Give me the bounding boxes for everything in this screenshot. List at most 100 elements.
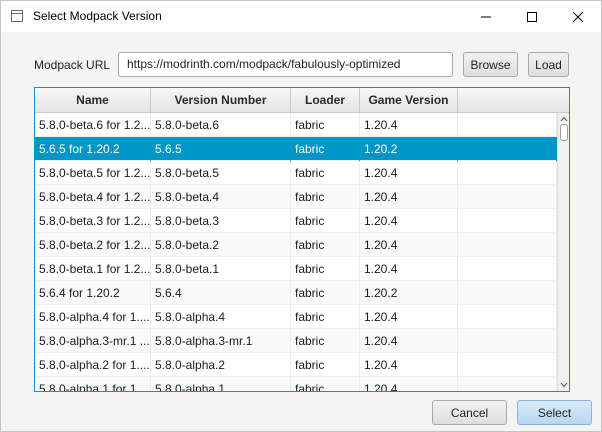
cell-empty — [458, 281, 557, 305]
cell-game: 1.20.4 — [360, 257, 458, 281]
cell-name: 5.8.0-beta.6 for 1.2... — [35, 113, 151, 137]
cancel-button[interactable]: Cancel — [432, 400, 507, 425]
cell-name: 5.6.5 for 1.20.2 — [35, 137, 151, 161]
cell-loader: fabric — [291, 305, 360, 329]
table-row[interactable]: 5.6.4 for 1.20.2 5.6.4 fabric 1.20.2 — [35, 281, 557, 305]
cell-game: 1.20.4 — [360, 233, 458, 257]
app-icon — [11, 10, 23, 22]
cell-loader: fabric — [291, 209, 360, 233]
cell-empty — [458, 329, 557, 353]
cell-loader: fabric — [291, 281, 360, 305]
scroll-up-icon — [560, 116, 568, 122]
table-row[interactable]: 5.8.0-alpha.1 for 1.... 5.8.0-alpha.1 fabr… — [35, 377, 557, 391]
cell-version: 5.8.0-beta.3 — [151, 209, 291, 233]
cell-empty — [458, 257, 557, 281]
vertical-scrollbar[interactable] — [557, 113, 569, 391]
title-bar[interactable]: Select Modpack Version — [1, 1, 601, 32]
cell-name: 5.8.0-alpha.2 for 1.... — [35, 353, 151, 377]
window-title: Select Modpack Version — [33, 9, 162, 23]
cell-empty — [458, 305, 557, 329]
cell-name: 5.8.0-beta.4 for 1.2... — [35, 185, 151, 209]
cell-game: 1.20.4 — [360, 377, 458, 391]
minimize-button[interactable] — [463, 1, 509, 32]
modpack-url-label: Modpack URL — [34, 58, 111, 72]
cell-empty — [458, 209, 557, 233]
select-button[interactable]: Select — [517, 400, 592, 425]
cell-name: 5.8.0-beta.3 for 1.2... — [35, 209, 151, 233]
table-row[interactable]: 5.8.0-beta.5 for 1.2... 5.8.0-beta.5 fabri… — [35, 161, 557, 185]
scroll-up-button[interactable] — [559, 114, 569, 124]
column-header-version-number[interactable]: Version Number — [151, 88, 291, 113]
cell-game: 1.20.4 — [360, 329, 458, 353]
column-header-name[interactable]: Name — [35, 88, 151, 113]
scroll-down-button[interactable] — [559, 380, 569, 390]
modpack-url-input[interactable]: https://modrinth.com/modpack/fabulously-… — [118, 52, 453, 77]
cell-version: 5.8.0-beta.4 — [151, 185, 291, 209]
table-row[interactable]: 5.8.0-alpha.4 for 1.... 5.8.0-alpha.4 fabr… — [35, 305, 557, 329]
cell-game: 1.20.2 — [360, 137, 458, 161]
cell-loader: fabric — [291, 113, 360, 137]
cell-name: 5.8.0-alpha.4 for 1.... — [35, 305, 151, 329]
cell-version: 5.6.4 — [151, 281, 291, 305]
cell-version: 5.8.0-alpha.2 — [151, 353, 291, 377]
load-button[interactable]: Load — [528, 52, 569, 77]
cell-version: 5.8.0-alpha.3-mr.1 — [151, 329, 291, 353]
column-header-loader[interactable]: Loader — [291, 88, 360, 113]
cell-name: 5.8.0-alpha.3-mr.1 ... — [35, 329, 151, 353]
cell-version: 5.8.0-beta.2 — [151, 233, 291, 257]
cell-loader: fabric — [291, 185, 360, 209]
cell-name: 5.6.4 for 1.20.2 — [35, 281, 151, 305]
maximize-button[interactable] — [509, 1, 555, 32]
table-row[interactable]: 5.8.0-beta.2 for 1.2... 5.8.0-beta.2 fabri… — [35, 233, 557, 257]
close-button[interactable] — [555, 1, 601, 32]
table-row[interactable]: 5.8.0-beta.4 for 1.2... 5.8.0-beta.4 fabri… — [35, 185, 557, 209]
table-row-selected[interactable]: 5.6.5 for 1.20.2 5.6.5 fabric 1.20.2 — [35, 137, 557, 161]
table-row[interactable]: 5.8.0-alpha.3-mr.1 ... 5.8.0-alpha.3-mr.1… — [35, 329, 557, 353]
cell-version: 5.8.0-alpha.4 — [151, 305, 291, 329]
scroll-down-icon — [560, 382, 568, 388]
cell-version: 5.8.0-beta.1 — [151, 257, 291, 281]
table-row[interactable]: 5.8.0-beta.6 for 1.2... 5.8.0-beta.6 fabri… — [35, 113, 557, 137]
cell-loader: fabric — [291, 353, 360, 377]
cell-name: 5.8.0-beta.2 for 1.2... — [35, 233, 151, 257]
maximize-icon — [527, 11, 537, 22]
cell-game: 1.20.4 — [360, 305, 458, 329]
cell-game: 1.20.4 — [360, 209, 458, 233]
cell-empty — [458, 113, 557, 137]
minimize-icon — [481, 16, 491, 17]
cell-loader: fabric — [291, 377, 360, 391]
cell-version: 5.6.5 — [151, 137, 291, 161]
versions-table[interactable]: Name Version Number Loader Game Version … — [34, 87, 570, 392]
cell-loader: fabric — [291, 257, 360, 281]
table-header: Name Version Number Loader Game Version — [35, 88, 569, 113]
table-row[interactable]: 5.8.0-beta.3 for 1.2... 5.8.0-beta.3 fabri… — [35, 209, 557, 233]
cell-empty — [458, 233, 557, 257]
table-body: 5.8.0-beta.6 for 1.2... 5.8.0-beta.6 fabri… — [35, 113, 557, 391]
cell-name: 5.8.0-beta.5 for 1.2... — [35, 161, 151, 185]
cell-loader: fabric — [291, 329, 360, 353]
cell-name: 5.8.0-beta.1 for 1.2... — [35, 257, 151, 281]
cell-loader: fabric — [291, 233, 360, 257]
cell-empty — [458, 185, 557, 209]
cell-name: 5.8.0-alpha.1 for 1.... — [35, 377, 151, 391]
cell-game: 1.20.2 — [360, 281, 458, 305]
cell-game: 1.20.4 — [360, 185, 458, 209]
scrollbar-thumb[interactable] — [560, 124, 568, 141]
cell-version: 5.8.0-beta.6 — [151, 113, 291, 137]
cell-empty — [458, 137, 557, 161]
cell-empty — [458, 161, 557, 185]
cell-version: 5.8.0-alpha.1 — [151, 377, 291, 391]
cell-version: 5.8.0-beta.5 — [151, 161, 291, 185]
cell-loader: fabric — [291, 137, 360, 161]
dialog-window: Select Modpack Version Modpack URL https… — [0, 0, 602, 432]
cell-empty — [458, 353, 557, 377]
cell-game: 1.20.4 — [360, 161, 458, 185]
column-header-game-version[interactable]: Game Version — [360, 88, 458, 113]
table-row[interactable]: 5.8.0-beta.1 for 1.2... 5.8.0-beta.1 fabri… — [35, 257, 557, 281]
cell-loader: fabric — [291, 161, 360, 185]
cell-game: 1.20.4 — [360, 353, 458, 377]
browse-button[interactable]: Browse — [463, 52, 518, 77]
cell-empty — [458, 377, 557, 391]
cell-game: 1.20.4 — [360, 113, 458, 137]
table-row[interactable]: 5.8.0-alpha.2 for 1.... 5.8.0-alpha.2 fabr… — [35, 353, 557, 377]
